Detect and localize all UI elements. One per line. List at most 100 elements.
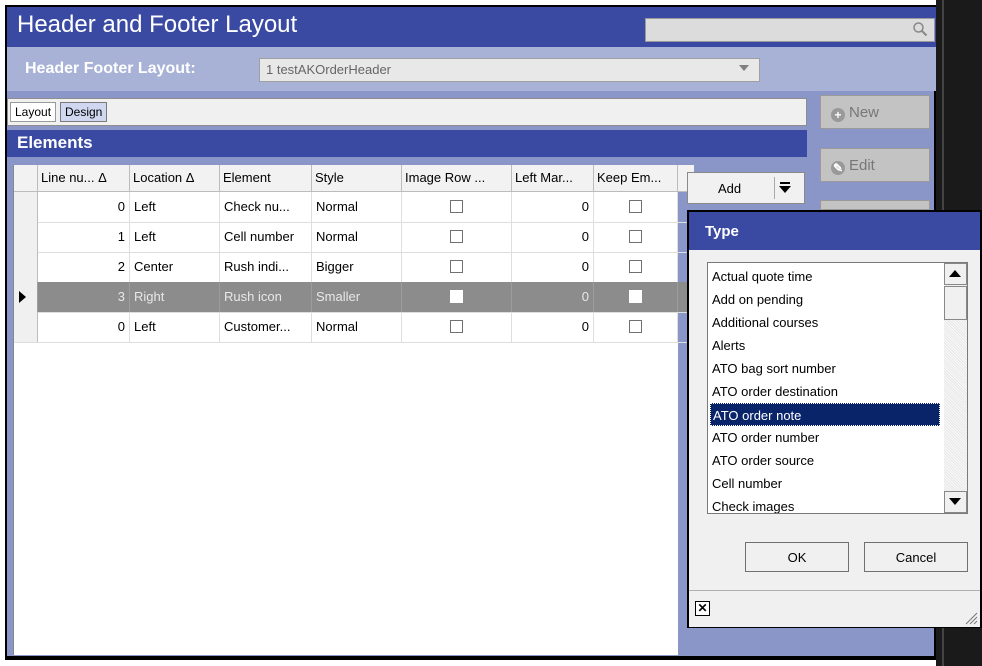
elements-grid: Line nu... Δ Location Δ Element Style Im… [13,165,694,655]
column-header-image-row[interactable]: Image Row ... [402,165,512,191]
list-item[interactable]: ATO order number [710,426,940,449]
scroll-down-button[interactable] [944,491,967,513]
header-footer-label: Header Footer Layout: [25,60,196,77]
ok-button[interactable]: OK [745,542,849,572]
header-footer-row: Header Footer Layout: 1 testAKOrderHeade… [7,47,936,91]
add-dropdown-icon[interactable] [774,177,795,199]
chevron-down-icon[interactable] [739,65,749,71]
row-header[interactable] [14,192,38,222]
pencil-icon: ✎ [831,161,845,175]
table-row[interactable]: 0 Left Customer... Normal 0 [14,312,694,343]
list-item[interactable]: Add on pending [710,288,940,311]
cell-location[interactable]: Left [130,312,220,342]
row-header-corner [14,165,38,191]
cell-location[interactable]: Center [130,252,220,282]
cell-style[interactable]: Normal [312,192,402,222]
list-item[interactable]: ATO bag sort number [710,357,940,380]
resize-grip-icon[interactable] [962,609,978,625]
cell-location[interactable]: Left [130,192,220,222]
cell-left-margin[interactable]: 0 [512,282,594,312]
keep-empty-checkbox[interactable] [629,260,642,273]
keep-empty-checkbox[interactable] [629,320,642,333]
row-header[interactable] [14,252,38,282]
add-button[interactable]: Add [687,172,805,204]
list-item[interactable]: ATO order destination [710,380,940,403]
type-popup-title: Type [705,223,739,240]
keep-empty-checkbox[interactable] [629,230,642,243]
elements-section-header: Elements [7,130,807,157]
edit-button[interactable]: ✎ Edit [820,148,930,182]
list-item[interactable]: Cell number [710,472,940,495]
list-item[interactable]: ATO order source [710,449,940,472]
cell-line-number[interactable]: 0 [38,312,130,342]
window: Header and Footer Layout Header Footer L… [0,0,982,666]
image-row-checkbox[interactable] [450,200,463,213]
cell-left-margin[interactable]: 0 [512,222,594,252]
cell-left-margin[interactable]: 0 [512,192,594,222]
partial-button[interactable] [820,200,930,210]
row-header[interactable] [14,222,38,252]
scroll-up-button[interactable] [944,263,967,285]
tab-layout[interactable]: Layout [10,102,57,122]
type-list[interactable]: Actual quote time Add on pending Additiona… [707,262,968,514]
column-header-style[interactable]: Style [312,165,402,191]
cell-element[interactable]: Check nu... [220,192,312,222]
cell-element[interactable]: Customer... [220,312,312,342]
scroll-thumb[interactable] [944,286,967,320]
tab-design[interactable]: Design [60,102,108,122]
row-header[interactable] [14,312,38,342]
table-row[interactable]: 1 Left Cell number Normal 0 [14,222,694,253]
cell-image-row [402,282,512,312]
search-input[interactable] [645,18,935,42]
cell-location[interactable]: Right [130,282,220,312]
arrow-down-icon [949,498,961,505]
cell-line-number[interactable]: 1 [38,222,130,252]
image-row-checkbox[interactable] [450,230,463,243]
cell-image-row [402,312,512,342]
cell-left-margin[interactable]: 0 [512,252,594,282]
image-row-checkbox[interactable] [450,290,463,303]
cell-element[interactable]: Rush indi... [220,252,312,282]
table-row[interactable]: 3 Right Rush icon Smaller 0 [14,282,694,313]
keep-empty-checkbox[interactable] [629,200,642,213]
close-icon[interactable]: ✕ [695,601,710,616]
table-row[interactable]: 0 Left Check nu... Normal 0 [14,192,694,223]
list-item[interactable]: Actual quote time [710,265,940,288]
type-list-scrollbar[interactable] [944,263,967,513]
cell-keep-empty [594,312,678,342]
column-header-element[interactable]: Element [220,165,312,191]
column-header-line-number[interactable]: Line nu... Δ [38,165,130,191]
bottom-border [7,656,936,660]
list-item[interactable]: Alerts [710,334,940,357]
cell-keep-empty [594,252,678,282]
list-item[interactable]: Additional courses [710,311,940,334]
column-header-keep-empty[interactable]: Keep Em... [594,165,678,191]
header-footer-select[interactable]: 1 testAKOrderHeader [259,58,760,82]
search-icon[interactable] [912,21,928,37]
column-header-left-margin[interactable]: Left Mar... [512,165,594,191]
cell-style[interactable]: Normal [312,312,402,342]
cell-style[interactable]: Bigger [312,252,402,282]
cell-element[interactable]: Cell number [220,222,312,252]
cell-line-number[interactable]: 3 [38,282,130,312]
cell-keep-empty [594,192,678,222]
cell-location[interactable]: Left [130,222,220,252]
image-row-checkbox[interactable] [450,320,463,333]
arrow-up-icon [949,270,961,277]
cell-left-margin[interactable]: 0 [512,312,594,342]
cell-line-number[interactable]: 0 [38,192,130,222]
cell-element[interactable]: Rush icon [220,282,312,312]
cell-line-number[interactable]: 2 [38,252,130,282]
row-header[interactable] [14,282,38,312]
list-item[interactable]: ATO order note [710,403,940,426]
new-button[interactable]: + New [820,95,930,129]
cancel-button[interactable]: Cancel [864,542,968,572]
cell-keep-empty [594,222,678,252]
cell-style[interactable]: Smaller [312,282,402,312]
keep-empty-checkbox[interactable] [629,290,642,303]
image-row-checkbox[interactable] [450,260,463,273]
cell-style[interactable]: Normal [312,222,402,252]
table-row[interactable]: 2 Center Rush indi... Bigger 0 [14,252,694,283]
column-header-location[interactable]: Location Δ [130,165,220,191]
list-item[interactable]: Check images [710,495,940,513]
